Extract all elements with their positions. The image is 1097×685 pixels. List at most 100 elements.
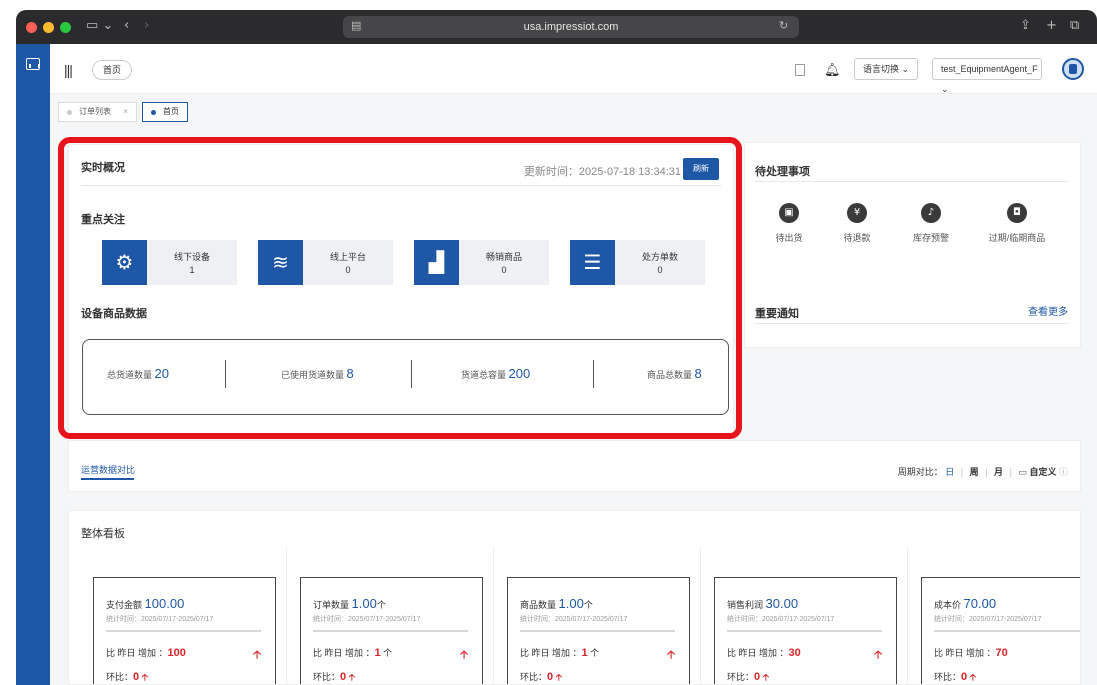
focus-label: 畅销商品: [485, 252, 522, 262]
notification-bell-icon[interactable]: 🔔︎: [824, 62, 841, 78]
focus-item-online-platform[interactable]: ≋ 线上平台 0: [258, 240, 393, 285]
home-breadcrumb[interactable]: 首页: [92, 60, 133, 80]
focus-label: 线下设备: [173, 252, 210, 262]
separator: |: [1009, 467, 1012, 477]
url-text: usa.impressiot.com: [523, 21, 619, 33]
compare-label: 比 昨日 增加 ：: [520, 648, 582, 658]
expired-goods-icon: ◘: [1007, 203, 1027, 223]
compare-label: 比 昨日 增加 ：: [934, 648, 996, 658]
chain-ratio: 环比：0 🡡: [520, 670, 562, 684]
page-tabs-bar: 订单列表 × 首页: [50, 94, 1097, 130]
pending-item-stock-warning[interactable]: ♪ 库存预警: [891, 203, 971, 244]
metric-title: 销售利润 30.00: [727, 596, 798, 611]
focus-value: 0: [345, 265, 351, 275]
metric-card: 成本价 70.00 统计时间：2025/07/17-2025/07/17 比 昨日 …: [921, 577, 1080, 684]
update-time: 更新时间：2025-07-18 13:34:31: [523, 166, 681, 178]
dashboard-icon[interactable]: [26, 58, 40, 70]
focus-item-offline-devices[interactable]: ⚙ 线下设备 1: [102, 240, 237, 285]
chain-ratio: 环比：0 🡡: [106, 670, 148, 684]
stat-used-lanes: 已使用货道数量 8: [281, 366, 354, 381]
chain-value: 0: [961, 671, 968, 683]
dashboard-column: 销售利润 30.00 统计时间：2025/07/17-2025/07/17 比 昨日…: [702, 547, 908, 684]
pending-tasks-card: 待处理事项 ▣ 待出货 ¥ 待退款 ♪ 库存预警 ◘ 过期/临期商品 重要通知 …: [744, 142, 1081, 348]
see-more-link[interactable]: 查看更多: [1028, 303, 1068, 318]
bell-alert-icon: ♪: [921, 203, 941, 223]
chain-ratio: 环比：0 🡡: [727, 670, 770, 684]
metric-card: 销售利润 30.00 统计时间：2025/07/17-2025/07/17 比 昨日…: [714, 577, 897, 684]
pending-item-expired-goods[interactable]: ◘ 过期/临期商品: [977, 203, 1057, 244]
realtime-overview-card: 实时概况 更新时间：2025-07-18 13:34:31 刷新 重点关注 ⚙ …: [68, 144, 734, 434]
metric-name: 商品数量: [520, 600, 557, 610]
metric-period: 统计时间：2025/07/17-2025/07/17: [727, 616, 835, 623]
share-icon[interactable]: ⇪: [1020, 18, 1031, 33]
pending-item-to-refund[interactable]: ¥ 待退款: [817, 203, 897, 244]
back-icon[interactable]: ‹: [124, 18, 129, 33]
stat-label: 总货道数量: [107, 370, 153, 380]
device-data-title: 设备商品数据: [81, 308, 147, 320]
period-week-button[interactable]: 周: [970, 467, 979, 477]
reload-icon[interactable]: ↻: [779, 19, 788, 32]
metric-period: 统计时间：2025/07/17-2025/07/17: [520, 616, 628, 623]
language-switch-button[interactable]: 语言切换 ⌄: [854, 58, 919, 80]
operations-compare-card: 运营数据对比 周期对比： 日 | 周 | 月 | ▭ 自定义 ⓘ: [68, 440, 1081, 492]
chain-value: 0: [340, 671, 347, 683]
dashboard-column: 支付金额 100.00 统计时间：2025/07/17-2025/07/17 比 昨…: [81, 547, 287, 684]
arrow-up-icon: 🡡: [667, 648, 675, 661]
chain-label: 环比：: [727, 672, 755, 682]
stat-value: 200: [508, 366, 531, 381]
new-tab-icon[interactable]: +: [1046, 18, 1057, 33]
maximize-window-button[interactable]: [60, 22, 71, 33]
focus-item-prescriptions[interactable]: ☰ 处方单数 0: [570, 240, 705, 285]
forward-icon[interactable]: ›: [144, 18, 149, 33]
stat-lane-capacity: 货道总容量 200: [461, 366, 530, 381]
compare-yesterday: 比 昨日 增加 ：1 个: [520, 646, 599, 659]
divider: [106, 630, 261, 632]
avatar[interactable]: [1062, 58, 1084, 80]
refresh-button[interactable]: 刷新: [683, 158, 719, 180]
tab-order-list[interactable]: 订单列表 ×: [58, 102, 137, 122]
minimize-window-button[interactable]: [43, 22, 54, 33]
menu-toggle-icon[interactable]: |||: [64, 62, 73, 78]
stat-total-goods: 商品总数量 8: [647, 366, 702, 381]
period-day-button[interactable]: 日: [945, 467, 954, 477]
compare-label: 比 昨日 增加 ：: [313, 648, 375, 658]
active-tab-indicator: [81, 478, 134, 480]
chain-ratio: 环比：0 🡡: [934, 670, 976, 684]
sidebar-toggle-icon[interactable]: ▭ ⌄: [86, 18, 113, 33]
arrow-up-icon: 🡡: [762, 673, 770, 683]
dashboard-column: 订单数量 1.00个 统计时间：2025/07/17-2025/07/17 比 昨日…: [288, 547, 494, 684]
compare-yesterday: 比 昨日 增加 ：100: [106, 646, 186, 659]
focus-title: 重点关注: [81, 214, 125, 226]
help-icon[interactable]: ⓘ: [1059, 467, 1068, 477]
tab-home[interactable]: 首页: [142, 102, 188, 122]
divider: [934, 630, 1080, 632]
metric-title: 成本价 70.00: [934, 596, 996, 611]
separator: [411, 360, 412, 388]
chain-value: 0: [754, 671, 761, 683]
metric-value: 1.00: [351, 596, 377, 611]
list-icon: ☰: [570, 240, 615, 285]
metric-card: 订单数量 1.00个 统计时间：2025/07/17-2025/07/17 比 昨日…: [300, 577, 483, 684]
compare-yesterday: 比 昨日 增加 ：70: [934, 646, 1008, 659]
period-selector: 周期对比： 日 | 周 | 月 | ▭ 自定义 ⓘ: [898, 465, 1068, 478]
tabs-overview-icon[interactable]: ⧉: [1070, 18, 1079, 33]
close-window-button[interactable]: [26, 22, 37, 33]
compare-unit: 个: [587, 648, 600, 658]
period-custom-button[interactable]: 自定义: [1029, 467, 1056, 477]
compare-yesterday: 比 昨日 增加 ：30: [727, 646, 801, 659]
focus-label: 线上平台: [329, 252, 366, 262]
user-menu-button[interactable]: test_EquipmentAgent_F ⌄: [932, 58, 1042, 94]
tab-label: 订单列表: [79, 107, 111, 116]
dashboard-column: 成本价 70.00 统计时间：2025/07/17-2025/07/17 比 昨日 …: [909, 547, 1080, 684]
tab-operations-compare[interactable]: 运营数据对比: [81, 463, 135, 476]
metric-title: 支付金额 100.00: [106, 596, 184, 611]
document-icon[interactable]: [795, 64, 805, 76]
close-tab-icon[interactable]: ×: [123, 107, 128, 116]
address-bar[interactable]: ▤ usa.impressiot.com ↻: [343, 16, 799, 38]
metric-name: 销售利润: [727, 600, 764, 610]
focus-item-bestsellers[interactable]: ▟ 畅销商品 0: [414, 240, 549, 285]
stat-total-lanes: 总货道数量 20: [107, 366, 169, 381]
section-title: 实时概况: [81, 162, 125, 174]
separator: [593, 360, 594, 388]
period-month-button[interactable]: 月: [994, 467, 1003, 477]
